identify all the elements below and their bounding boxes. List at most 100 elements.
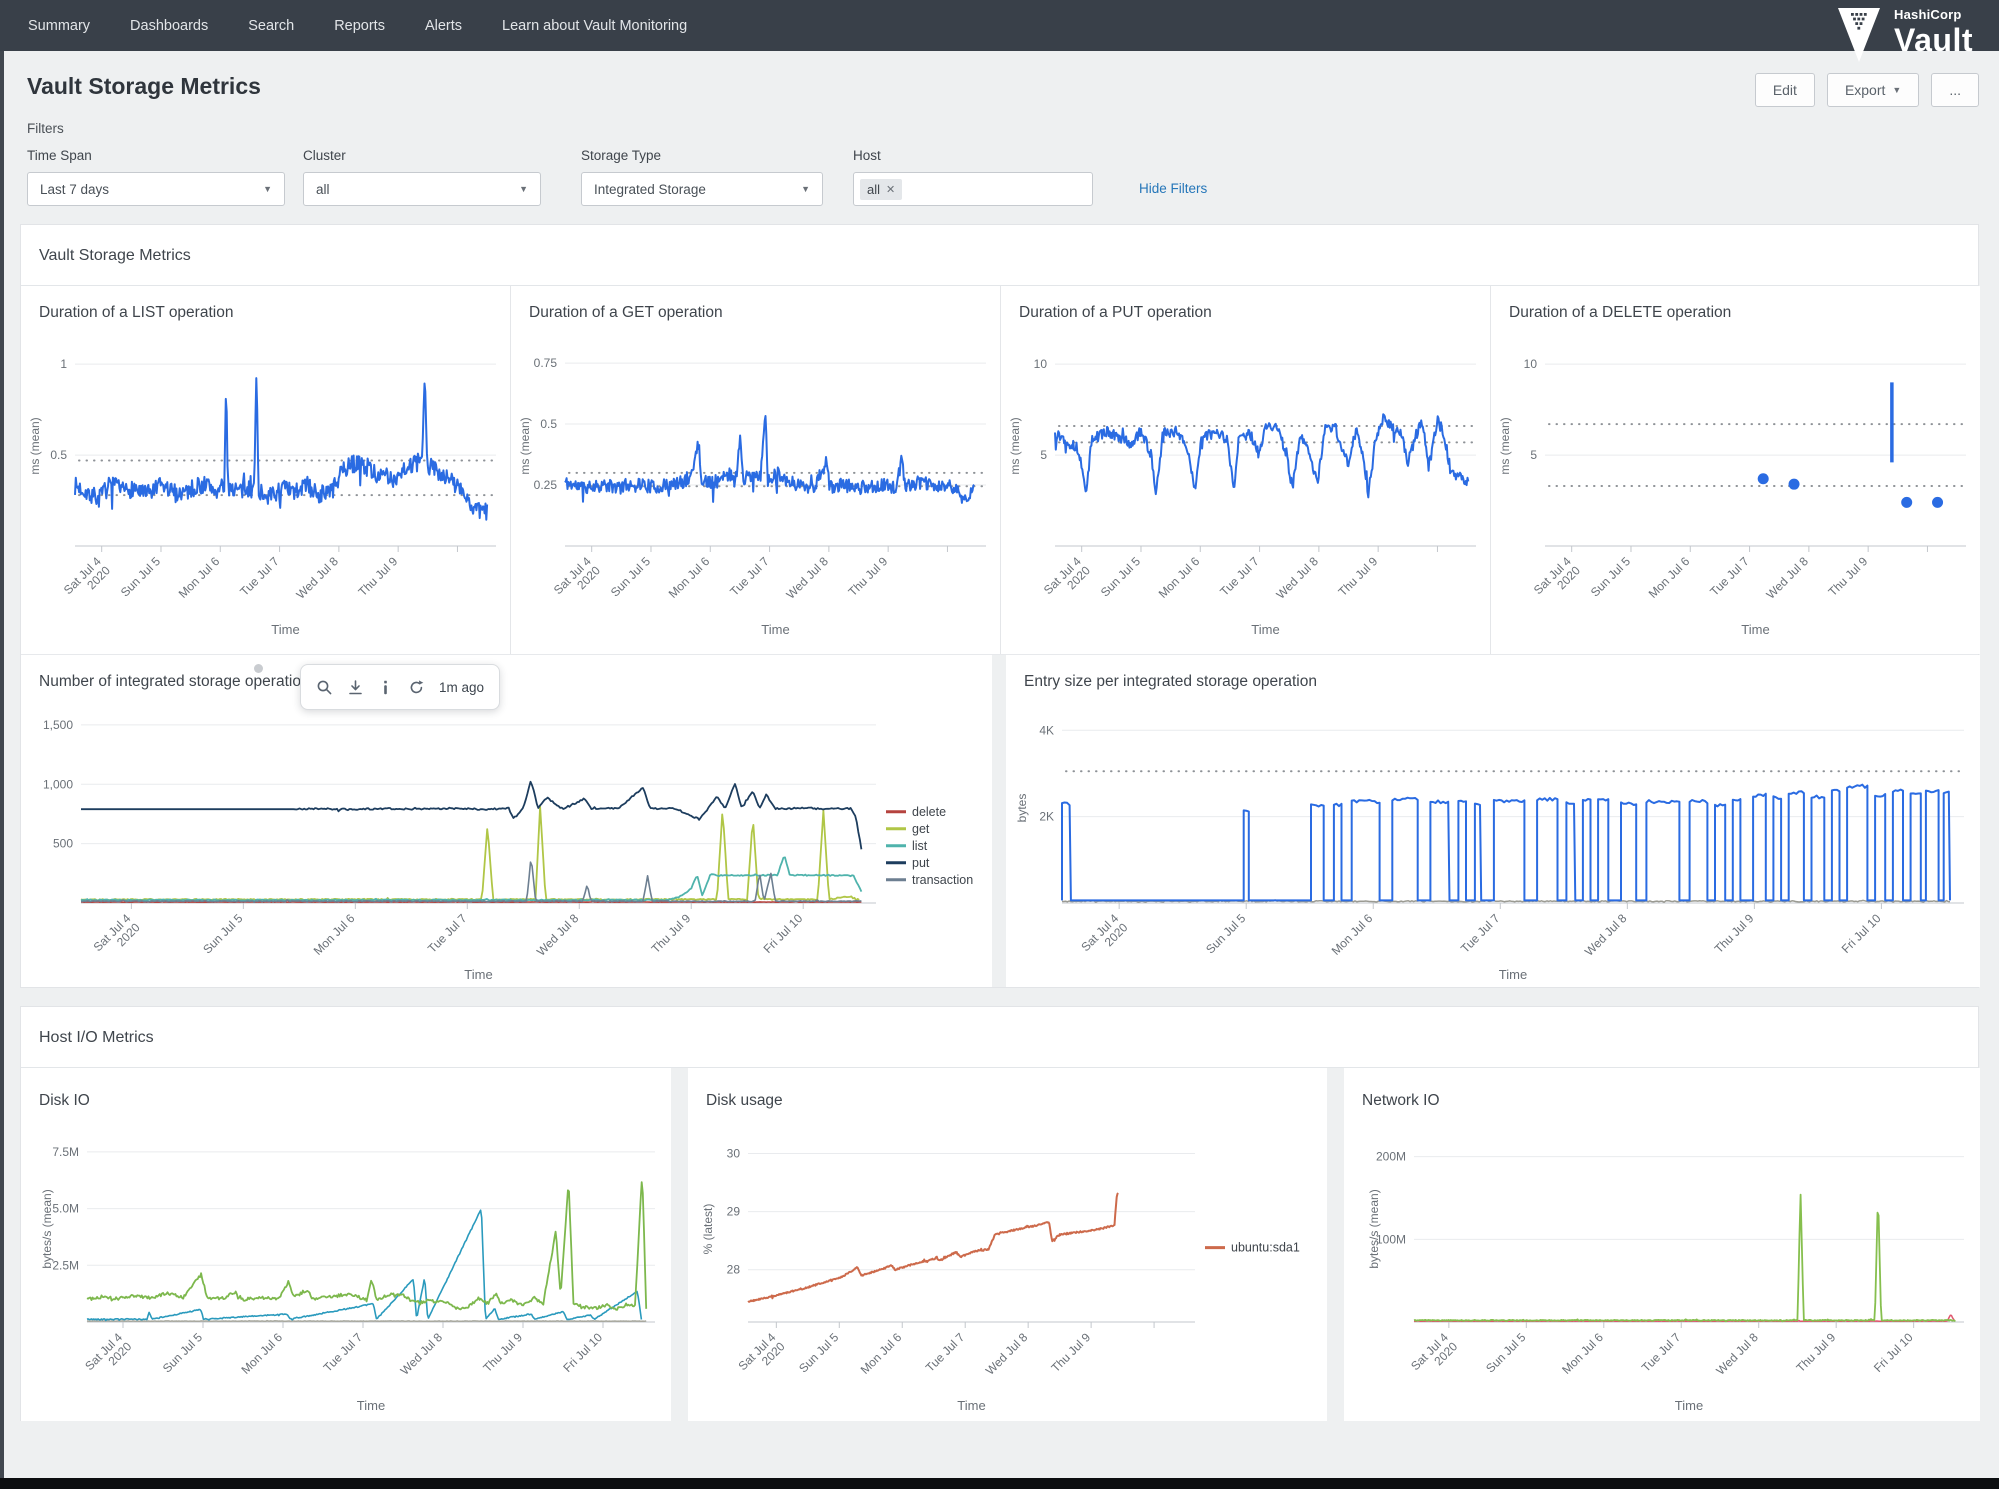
svg-text:Wed Jul 8: Wed Jul 8 [1713, 1330, 1761, 1378]
list-duration-chart[interactable]: 10.5Sat Jul 42020 Sun Jul 5 Mon Jul 6 Tue J… [21, 330, 510, 642]
storage-type-label: Storage Type [581, 148, 662, 163]
download-icon[interactable] [347, 679, 364, 696]
chevron-down-icon: ▼ [1892, 85, 1902, 95]
chart-card-get-duration: Duration of a GET operation 0.75 0.5 0.25 S… [511, 286, 1000, 654]
storage-section-title: Vault Storage Metrics [21, 225, 1978, 286]
storage-type-select[interactable]: Integrated Storage ▼ [581, 172, 823, 206]
host-chip[interactable]: all ✕ [860, 178, 903, 200]
host-io-section: Host I/O Metrics Disk IO 7.5M 5.0M 2.5M Sat… [20, 1006, 1980, 1421]
time-span-select[interactable]: Last 7 days ▼ [27, 172, 285, 206]
svg-text:30: 30 [727, 1146, 741, 1160]
storage-type-value: Integrated Storage [594, 181, 706, 197]
export-button[interactable]: Export ▼ [1826, 73, 1920, 107]
chart-card-entry-size: Entry size per integrated storage operat… [1006, 655, 1980, 987]
hide-filters-link[interactable]: Hide Filters [1139, 181, 1207, 196]
delete-duration-chart[interactable]: 105Sat Jul 42020 Sun Jul 5 Mon Jul 6 Tue Ju… [1491, 330, 1980, 642]
svg-text:Fri Jul 10: Fri Jul 10 [1871, 1330, 1916, 1375]
chart-card-put-duration: Duration of a PUT operation 10 5 Sat Jul 4… [1001, 286, 1490, 654]
page-title: Vault Storage Metrics [27, 73, 261, 99]
chart-title: Duration of a DELETE operation [1509, 304, 1732, 321]
svg-text:Mon Jul 6: Mon Jul 6 [176, 554, 223, 601]
nav-item-search[interactable]: Search [248, 18, 294, 34]
close-icon[interactable]: ✕ [886, 183, 895, 196]
svg-text:Time: Time [957, 1398, 985, 1413]
chart-card-disk-io: Disk IO 7.5M 5.0M 2.5M Sat Jul 4 2020 Sun Jul… [21, 1068, 671, 1421]
cluster-value: all [316, 181, 330, 197]
nav-item-alerts[interactable]: Alerts [425, 18, 462, 34]
bottom-taskbar-edge [0, 1478, 1999, 1489]
svg-text:transaction: transaction [912, 873, 973, 887]
svg-text:Mon Jul 6: Mon Jul 6 [666, 554, 713, 601]
svg-text:Sun Jul 5: Sun Jul 5 [118, 554, 164, 600]
chevron-down-icon: ▼ [519, 184, 528, 194]
nav-item-reports[interactable]: Reports [334, 18, 385, 34]
svg-text:28: 28 [727, 1263, 741, 1277]
more-button[interactable]: ... [1931, 73, 1979, 107]
svg-text:Fri Jul 10: Fri Jul 10 [560, 1330, 605, 1375]
host-io-section-title: Host I/O Metrics [21, 1007, 1978, 1068]
svg-text:put: put [912, 856, 930, 870]
brand-product: Vault [1894, 22, 1973, 58]
chart-card-disk-usage: Disk usage 30 29 28 Sat Jul 4 2020 Sun Jul 5M… [688, 1068, 1327, 1421]
svg-text:list: list [912, 839, 928, 853]
chart-card-delete-duration: Duration of a DELETE operation 10 5 Sat Ju… [1491, 286, 1980, 654]
svg-text:Mon Jul 6: Mon Jul 6 [238, 1330, 285, 1377]
svg-text:delete: delete [912, 805, 946, 819]
svg-text:Sun Jul 5: Sun Jul 5 [160, 1330, 206, 1376]
svg-text:Wed Jul 8: Wed Jul 8 [294, 554, 342, 602]
time-span-value: Last 7 days [40, 181, 110, 197]
svg-text:Time: Time [357, 1398, 385, 1413]
vault-triangle-icon [1838, 8, 1881, 62]
chart-card-ops-by-type: Number of integrated storage operations … [21, 655, 992, 987]
svg-text:Sun Jul 5: Sun Jul 5 [1098, 554, 1144, 600]
network-io-chart[interactable]: 200M100MSat Jul 42020 Sun Jul 5 Mon Jul 6T… [1344, 1118, 1980, 1418]
filters-label: Filters [27, 121, 64, 136]
nav-item-dashboards[interactable]: Dashboards [130, 18, 208, 34]
chart-title: Duration of a PUT operation [1019, 304, 1212, 321]
chart-title: Disk usage [706, 1092, 783, 1109]
svg-text:2K: 2K [1039, 810, 1054, 824]
zoom-icon[interactable] [316, 679, 333, 696]
svg-text:0.5: 0.5 [540, 417, 557, 431]
refresh-icon[interactable] [408, 679, 425, 696]
svg-text:Thu Jul 9: Thu Jul 9 [1048, 1330, 1093, 1375]
disk-io-chart[interactable]: 7.5M5.0M2.5MSat Jul 42020 Sun Jul 5 Mon Ju… [21, 1118, 671, 1418]
svg-text:Thu Jul 9: Thu Jul 9 [1712, 911, 1757, 956]
svg-text:Time: Time [1499, 967, 1527, 982]
svg-text:Thu Jul 9: Thu Jul 9 [649, 911, 694, 956]
nav-item-learn[interactable]: Learn about Vault Monitoring [502, 18, 687, 34]
last-updated-text: 1m ago [438, 679, 484, 695]
svg-text:ms (mean): ms (mean) [1008, 417, 1022, 474]
svg-text:Mon Jul 6: Mon Jul 6 [1156, 554, 1203, 601]
disk-usage-chart[interactable]: 302928Sat Jul 42020 Sun Jul 5 Mon Jul 6 Tue… [688, 1118, 1327, 1418]
brand-company: HashiCorp [1894, 7, 1962, 22]
svg-text:Wed Jul 8: Wed Jul 8 [1582, 911, 1630, 959]
drag-handle-dot[interactable] [254, 664, 263, 673]
put-duration-chart[interactable]: 105Sat Jul 42020 Sun Jul 5 Mon Jul 6 Tue Ju… [1001, 330, 1490, 642]
svg-text:ms (mean): ms (mean) [28, 417, 42, 474]
svg-text:Mon Jul 6: Mon Jul 6 [1329, 911, 1376, 958]
ops-by-type-chart[interactable]: 1,5001,000500Sat Jul 42020 Sun Jul 5 Mon J… [21, 699, 992, 987]
svg-text:Time: Time [1741, 622, 1769, 637]
svg-text:Tue Jul 7: Tue Jul 7 [1639, 1330, 1684, 1375]
get-duration-chart[interactable]: 0.750.50.25Sat Jul 42020 Sun Jul 5 Mon Jul… [511, 330, 1000, 642]
svg-text:Wed Jul 8: Wed Jul 8 [398, 1330, 446, 1378]
vault-logo: HashiCorp Vault [1838, 8, 1973, 64]
svg-text:Mon Jul 6: Mon Jul 6 [858, 1330, 905, 1377]
entry-size-chart[interactable]: 4K2KSat Jul 42020 Sun Jul 5 Mon Jul 6 Tue J… [1006, 699, 1980, 987]
chart-title: Network IO [1362, 1092, 1440, 1109]
info-icon[interactable] [377, 679, 394, 696]
edit-button[interactable]: Edit [1754, 73, 1815, 107]
svg-text:Sun Jul 5: Sun Jul 5 [796, 1330, 842, 1376]
svg-text:Fri Jul 10: Fri Jul 10 [1839, 911, 1884, 956]
chart-title: Number of integrated storage operations … [39, 673, 372, 690]
svg-text:bytes/s (mean): bytes/s (mean) [1367, 1189, 1381, 1268]
host-input[interactable]: all ✕ [853, 172, 1093, 206]
cluster-label: Cluster [303, 148, 346, 163]
storage-metrics-section: Vault Storage Metrics Duration of a LIST… [20, 224, 1980, 988]
nav-item-summary[interactable]: Summary [28, 18, 90, 34]
svg-text:Thu Jul 9: Thu Jul 9 [1825, 554, 1870, 599]
cluster-select[interactable]: all ▼ [303, 172, 541, 206]
svg-text:ms (mean): ms (mean) [518, 417, 532, 474]
chart-title: Entry size per integrated storage operat… [1024, 673, 1317, 690]
